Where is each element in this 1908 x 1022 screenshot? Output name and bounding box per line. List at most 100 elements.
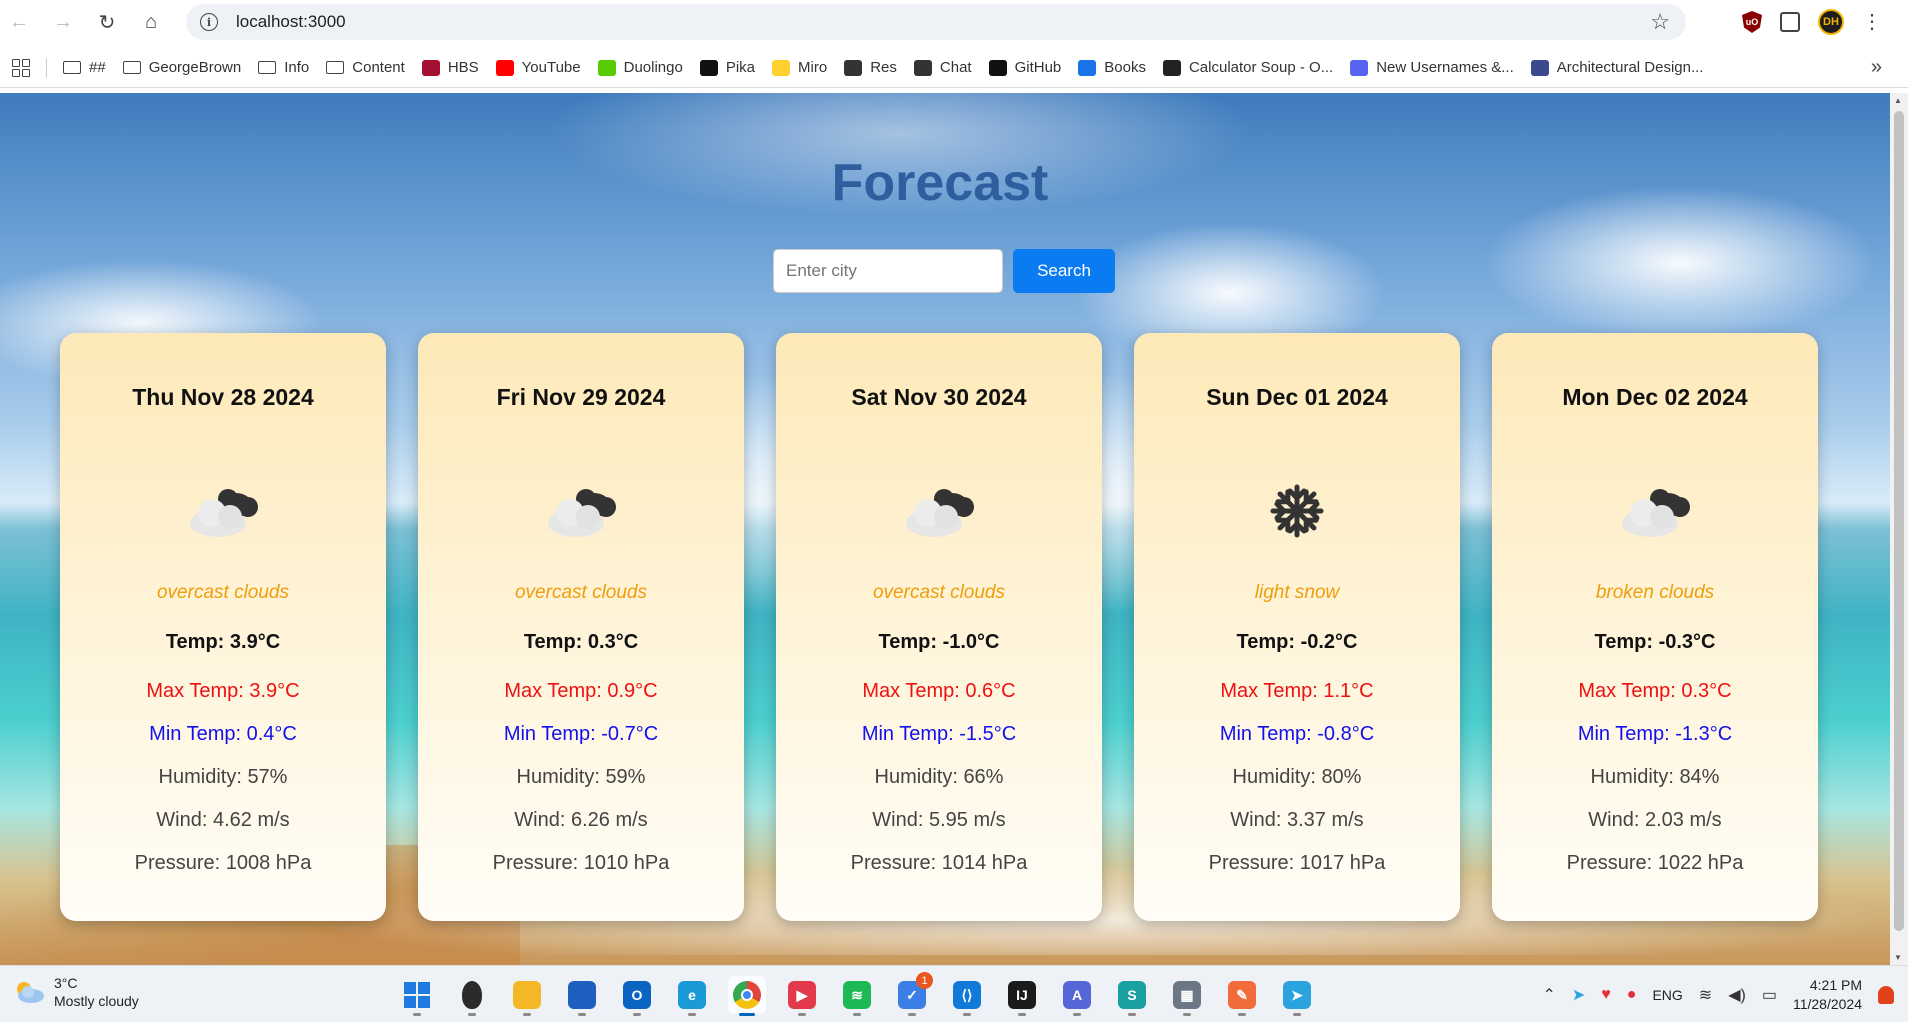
edge-icon[interactable]: e (673, 976, 711, 1016)
bookmark-label: Miro (798, 59, 828, 76)
bookmark-item[interactable]: YouTube (495, 59, 581, 76)
card-description: overcast clouds (514, 582, 647, 603)
bookmark-item[interactable]: Res (844, 59, 897, 76)
apps-grid-icon[interactable] (12, 58, 30, 77)
site-info-icon[interactable]: i (200, 13, 218, 31)
card-min-temp: Min Temp: -0.8°C (1219, 723, 1375, 745)
taskbar-weather[interactable]: 3°C Mostly cloudy (12, 974, 139, 1010)
scroll-down-icon[interactable]: ▼ (1894, 953, 1902, 962)
card-humidity: Humidity: 80% (1232, 766, 1362, 788)
vivaldi-tray-icon[interactable]: ♥ (1601, 986, 1611, 1004)
vscode-icon[interactable]: ⟨⟩ (948, 976, 986, 1016)
card-temp: Temp: -1.0°C (878, 631, 1000, 653)
cloud-icon (531, 461, 631, 561)
weather-cloud-icon (17, 982, 44, 1003)
youtube-icon (495, 59, 514, 76)
sourcetree-icon[interactable]: S (1113, 976, 1151, 1016)
card-wind: Wind: 4.62 m/s (156, 809, 290, 831)
clock[interactable]: 4:21 PM 11/28/2024 (1793, 976, 1862, 1014)
chrome-icon[interactable] (728, 976, 766, 1016)
address-bar[interactable]: i localhost:3000 ☆ (186, 4, 1686, 40)
reload-icon[interactable]: ↻ (92, 7, 122, 37)
bookmark-item[interactable]: Architectural Design... (1530, 59, 1703, 76)
bookmark-item[interactable]: Info (258, 59, 309, 76)
bookmark-item[interactable]: HBS (421, 59, 479, 76)
extensions-icon[interactable] (1780, 12, 1800, 32)
font-app-icon[interactable]: A (1058, 976, 1096, 1016)
card-humidity: Humidity: 66% (874, 766, 1004, 788)
address-url[interactable]: localhost:3000 (236, 12, 346, 32)
more-bookmarks-icon[interactable]: » (1871, 56, 1882, 79)
notification-bell-icon[interactable] (1878, 985, 1894, 1004)
toolbar-extensions: uO DH ⋮ (1742, 0, 1908, 44)
card-wind: Wind: 5.95 m/s (872, 809, 1006, 831)
page-title: Forecast (831, 154, 1049, 212)
alien-icon[interactable] (453, 976, 491, 1016)
bookmark-item[interactable]: ## (63, 59, 106, 76)
snowflake-icon (1247, 461, 1347, 561)
bookmark-label: Info (284, 59, 310, 76)
todo-icon[interactable]: ✓ 1 (893, 972, 933, 1016)
menu-icon[interactable]: ⋮ (1862, 12, 1882, 32)
ublock-icon[interactable]: uO (1742, 11, 1762, 33)
bookmark-item[interactable]: Chat (913, 59, 972, 76)
bookmark-item[interactable]: Content (326, 59, 405, 76)
profile-avatar[interactable]: DH (1818, 9, 1844, 35)
bookmark-star-icon[interactable]: ☆ (1650, 9, 1670, 35)
battery-icon[interactable]: ▭ (1762, 985, 1777, 1005)
folder-icon (258, 61, 277, 74)
forecast-card: Fri Nov 29 2024 overcast clouds Temp: 0.3°… (418, 333, 744, 921)
postman-icon[interactable]: ✎ (1223, 976, 1261, 1016)
home-icon[interactable]: ⌂ (136, 7, 166, 37)
telegram-icon[interactable]: ➤ (1278, 976, 1316, 1016)
media-player-icon[interactable]: ▶ (783, 976, 821, 1016)
bookmark-label: YouTube (521, 59, 581, 76)
weather-temp: 3°C (54, 975, 78, 991)
bookmark-item[interactable]: Pika (699, 59, 755, 76)
system-tray: ⌃ ➤ ♥ ● ENG ≋ ◀) ▭ 4:21 PM 11/28/2024 (1542, 966, 1894, 1022)
windows-taskbar: 3°C Mostly cloudy Oe ▶ ≋ ✓ 1 ⟨⟩ IJ A S ▦ ✎ ➤ ⌃ ➤ ♥ … (0, 965, 1908, 1022)
start-icon[interactable] (398, 976, 436, 1016)
wifi-icon[interactable]: ≋ (1699, 985, 1712, 1005)
globe-icon (844, 59, 863, 76)
folder-icon (63, 61, 81, 74)
bookmark-item[interactable]: Miro (772, 59, 827, 76)
bookmark-item[interactable]: Duolingo (597, 59, 683, 76)
search-form: Search (773, 249, 1115, 293)
bookmark-item[interactable]: Calculator Soup - O... (1162, 59, 1333, 76)
card-humidity: Humidity: 59% (516, 766, 646, 788)
language-indicator[interactable]: ENG (1652, 987, 1682, 1003)
file-explorer-icon[interactable] (508, 976, 546, 1016)
store-icon[interactable] (563, 976, 601, 1016)
app-tray-icon[interactable]: ● (1627, 986, 1637, 1004)
discord-icon (1350, 59, 1369, 76)
back-icon[interactable]: ← (4, 7, 34, 37)
bookmark-label: Res (870, 59, 897, 76)
chevron-up-icon[interactable]: ⌃ (1542, 985, 1555, 1005)
city-input[interactable] (773, 249, 1003, 293)
intellij-icon[interactable]: IJ (1003, 976, 1041, 1016)
card-pressure: Pressure: 1008 hPa (134, 852, 312, 874)
volume-icon[interactable]: ◀) (1728, 985, 1746, 1005)
card-date: Thu Nov 28 2024 (132, 384, 314, 410)
bookmark-item[interactable]: Books (1078, 59, 1146, 76)
arch-icon (1530, 59, 1549, 76)
bookmark-item[interactable]: GitHub (988, 59, 1061, 76)
search-button[interactable]: Search (1013, 249, 1115, 293)
calculator-icon[interactable]: ▦ (1168, 976, 1206, 1016)
outlook-icon[interactable]: O (618, 976, 656, 1016)
card-wind: Wind: 3.37 m/s (1230, 809, 1364, 831)
scrollbar-thumb[interactable] (1894, 111, 1904, 931)
chatgpt-icon (913, 59, 932, 76)
card-max-temp: Max Temp: 0.6°C (862, 680, 1016, 702)
forecast-card: Thu Nov 28 2024 overcast clouds Temp: 3.9°… (60, 333, 386, 921)
scroll-up-icon[interactable]: ▲ (1894, 96, 1902, 105)
telegram-tray-icon[interactable]: ➤ (1572, 985, 1585, 1005)
bookmark-item[interactable]: New Usernames &... (1350, 59, 1514, 76)
bookmark-item[interactable]: GeorgeBrown (122, 59, 241, 76)
sigma-icon (1162, 59, 1181, 76)
card-max-temp: Max Temp: 0.9°C (504, 680, 658, 702)
forward-icon[interactable]: → (48, 7, 78, 37)
page-scrollbar[interactable]: ▲ ▼ (1890, 93, 1908, 965)
spotify-icon[interactable]: ≋ (838, 976, 876, 1016)
